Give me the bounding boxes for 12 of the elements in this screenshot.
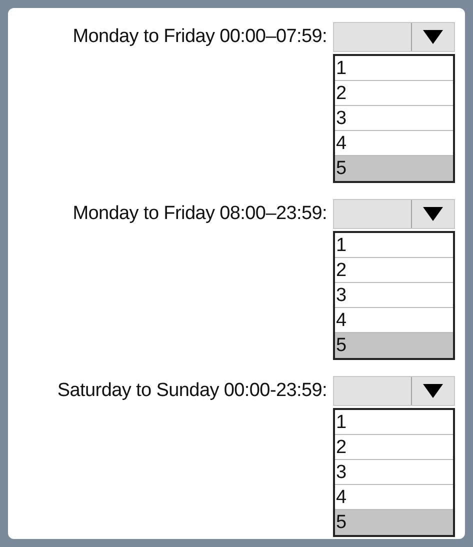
dropdown-option[interactable]: 5 — [335, 333, 453, 358]
dropdown[interactable] — [333, 22, 455, 52]
caret-icon — [423, 384, 443, 398]
caret-icon — [423, 207, 443, 221]
field-label: Monday to Friday 08:00–23:59: — [72, 202, 327, 226]
dropdown[interactable] — [333, 199, 455, 229]
field-label: Monday to Friday 00:00–07:59: — [72, 25, 327, 49]
field-label: Saturday to Sunday 00:00-23:59: — [57, 379, 327, 403]
dropdown-option[interactable]: 5 — [335, 510, 453, 535]
dropdown-option[interactable]: 5 — [335, 156, 453, 181]
dropdown[interactable] — [333, 376, 455, 406]
caret-icon — [423, 30, 443, 44]
